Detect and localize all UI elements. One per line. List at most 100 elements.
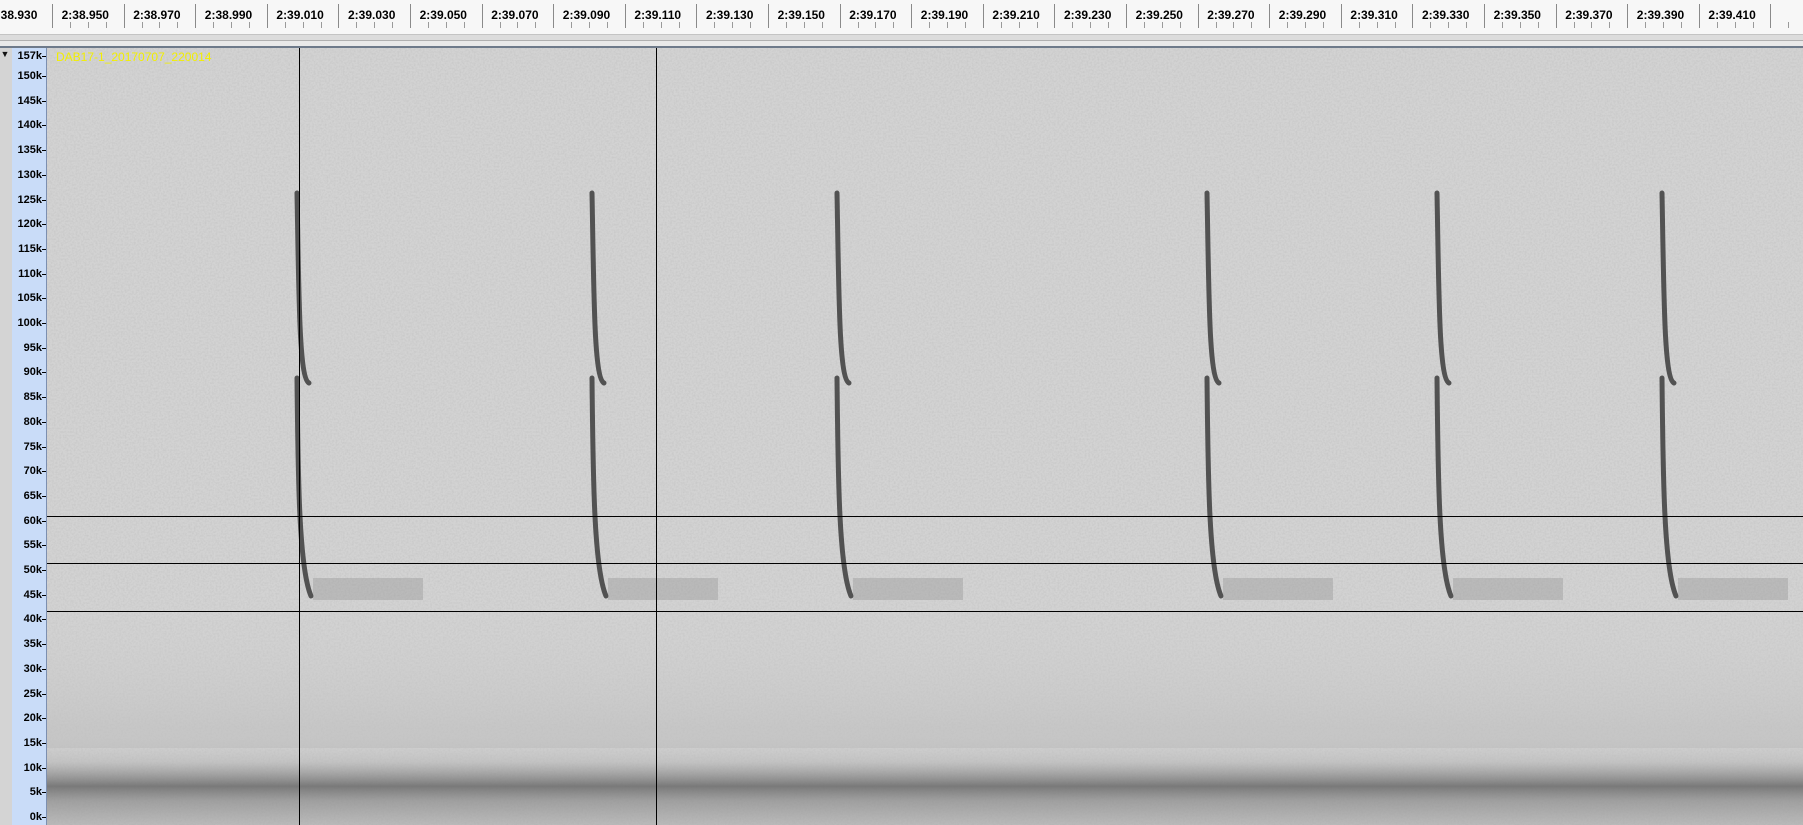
time-tick-minor: [642, 22, 644, 28]
frequency-label: 105k: [17, 292, 42, 305]
time-tick-major: [839, 4, 841, 28]
selection-center-frequency-line[interactable]: [47, 563, 1803, 564]
time-tick-minor: [571, 22, 573, 28]
frequency-label: 110k: [18, 267, 42, 280]
selection-high-frequency-line[interactable]: [47, 516, 1803, 517]
time-tick-minor: [1537, 22, 1539, 28]
frequency-tick: [42, 520, 46, 522]
time-tick-label: 2:39.170: [849, 8, 897, 22]
track-name: DAB17-1_20170707_220014: [56, 50, 212, 64]
time-tick-minor: [159, 22, 161, 28]
time-tick-minor: [1215, 22, 1217, 28]
time-tick-major: [1412, 4, 1414, 28]
frequency-tick: [42, 446, 46, 448]
time-tick-label: 2:39.210: [992, 8, 1040, 22]
time-tick-label: 2:38.950: [61, 8, 109, 22]
frequency-label: 130k: [17, 168, 42, 181]
selection-low-frequency-line[interactable]: [47, 611, 1803, 612]
time-tick-minor: [1430, 22, 1432, 28]
time-tick-label: 2:39.250: [1135, 8, 1183, 22]
time-tick-minor: [248, 22, 250, 28]
time-tick-minor: [517, 22, 519, 28]
time-tick-major: [481, 4, 483, 28]
time-tick-minor: [1358, 22, 1360, 28]
time-tick-label: 2:39.230: [1064, 8, 1112, 22]
time-tick-minor: [1645, 22, 1647, 28]
time-tick-major: [1627, 4, 1629, 28]
time-tick-label: 2:39.090: [562, 8, 611, 22]
triangle-down-icon[interactable]: ▼: [0, 48, 10, 60]
time-tick-label: 2:38.970: [133, 8, 181, 22]
frequency-label: 85k: [23, 391, 42, 404]
time-tick-minor: [1090, 22, 1092, 28]
frequency-label: 115k: [18, 242, 42, 255]
spectrogram-view[interactable]: [47, 48, 1803, 825]
call-tail: [1453, 578, 1563, 600]
time-tick-minor: [1376, 22, 1378, 28]
time-ruler[interactable]: 2:38.930 2:38.950 2:38.970 2:38.990 2:39.010…: [0, 0, 1803, 40]
time-tick-major: [195, 4, 197, 28]
frequency-label: 135k: [17, 144, 42, 157]
frequency-label: 75k: [23, 440, 42, 453]
call-tail: [313, 578, 423, 600]
selection-end-line[interactable]: [656, 48, 657, 825]
time-tick-minor: [1680, 22, 1682, 28]
frequency-label: 145k: [17, 94, 42, 107]
time-tick-minor: [732, 22, 734, 28]
frequency-label: 95k: [23, 341, 42, 354]
time-tick-label: 2:39.010: [276, 8, 324, 22]
frequency-label: 90k: [23, 366, 42, 379]
frequency-label: 140k: [17, 119, 42, 132]
frequency-tick: [42, 742, 46, 744]
time-tick-minor: [1466, 22, 1468, 28]
time-tick-label: 2:39.110: [634, 8, 682, 22]
time-tick-minor: [875, 22, 877, 28]
time-tick-minor: [1448, 22, 1450, 28]
frequency-tick: [42, 56, 46, 57]
time-tick-minor: [1143, 22, 1145, 28]
time-tick-minor: [1716, 22, 1718, 28]
time-tick-major: [1126, 4, 1127, 28]
time-tick-label: 2:39.390: [1636, 8, 1685, 22]
time-tick-minor: [714, 22, 716, 28]
frequency-tick: [42, 347, 46, 349]
time-tick-label: 2:39.150: [777, 8, 825, 22]
frequency-tick: [42, 718, 46, 720]
frequency-label: 60k: [23, 514, 42, 527]
frequency-label: 20k: [23, 712, 42, 725]
time-tick-major: [266, 4, 268, 28]
selection-start-line[interactable]: [299, 48, 300, 825]
time-tick-major: [1698, 4, 1700, 28]
frequency-tick: [42, 644, 46, 646]
time-tick-label: 2:39.370: [1565, 8, 1613, 22]
time-tick-minor: [893, 22, 895, 28]
frequency-label: 120k: [17, 218, 42, 231]
frequency-label: 25k: [23, 687, 42, 700]
frequency-label: 5k: [29, 786, 42, 799]
frequency-tick: [42, 248, 46, 250]
time-tick-label: 2:39.130: [706, 8, 754, 22]
time-tick-label: 2:39.290: [1278, 8, 1327, 22]
time-tick-minor: [1161, 22, 1163, 28]
time-tick-minor: [750, 22, 752, 28]
low-frequency-noise: [47, 588, 1803, 748]
time-tick-minor: [929, 22, 931, 28]
frequency-tick: [42, 495, 46, 497]
frequency-label: 15k: [23, 736, 42, 749]
frequency-tick: [42, 545, 46, 547]
time-tick-major: [1555, 4, 1557, 28]
time-tick-minor: [302, 22, 304, 28]
time-tick-major: [123, 4, 125, 28]
time-tick-minor: [69, 22, 71, 28]
frequency-tick: [42, 619, 46, 621]
time-tick-major: [1054, 4, 1056, 28]
time-tick-minor: [1788, 22, 1790, 28]
time-tick-minor: [1233, 22, 1235, 28]
frequency-label: 45k: [23, 588, 42, 601]
time-tick-minor: [1072, 22, 1074, 28]
time-tick-minor: [1287, 22, 1289, 28]
time-tick-minor: [1573, 22, 1575, 28]
time-tick-minor: [1179, 22, 1181, 28]
time-tick-minor: [606, 22, 608, 28]
time-tick-minor: [1000, 22, 1002, 28]
